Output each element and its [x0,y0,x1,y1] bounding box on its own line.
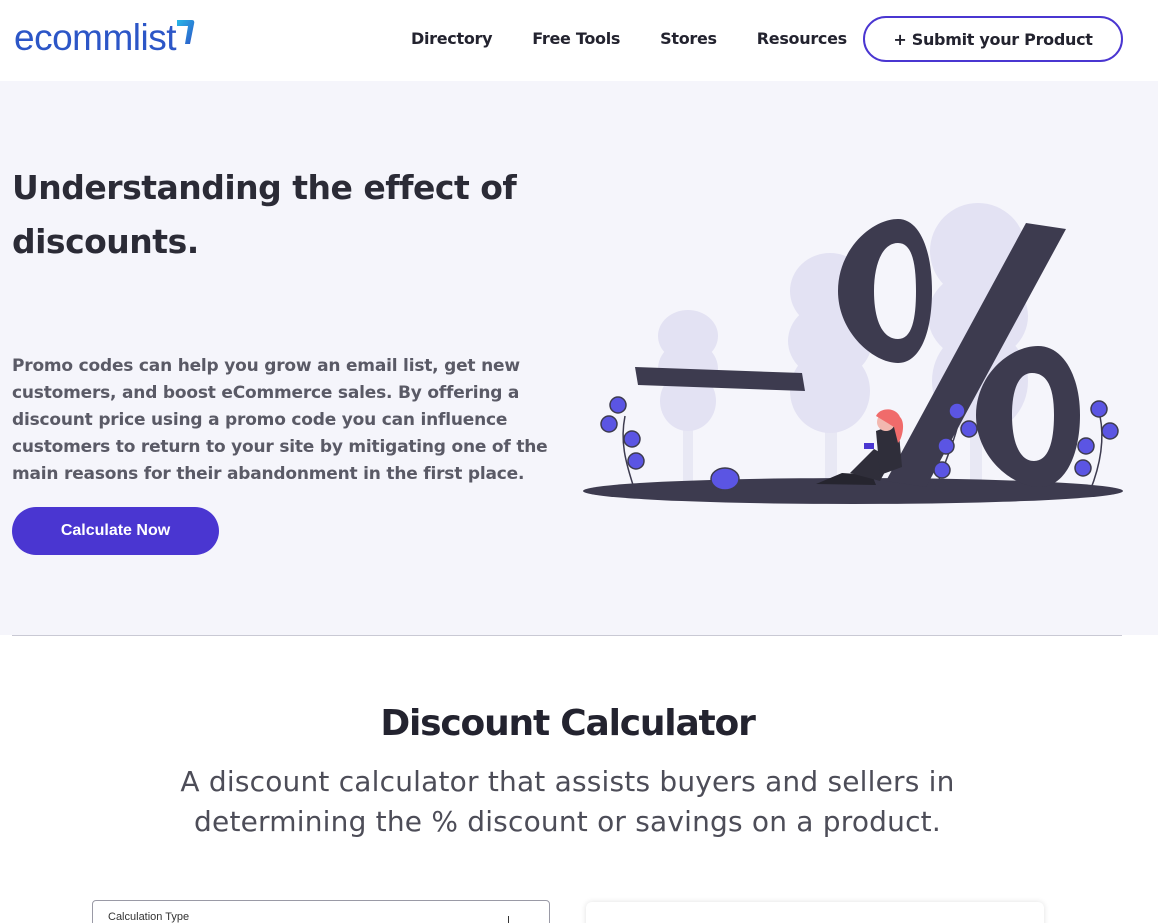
main-nav: Directory Free Tools Stores Resources [411,28,887,50]
discount-percent-illustration-icon [583,203,1123,504]
select-divider [508,916,509,923]
logo-text: ecommlist [14,17,177,58]
logo-mark-icon [177,20,195,44]
hero-section: Understanding the effect of discounts. P… [0,81,1158,635]
hero-description: Promo codes can help you grow an email l… [12,356,548,484]
hero-title: Understanding the effect of discounts. [12,168,517,261]
submit-product-button[interactable]: + Submit your Product [863,16,1123,62]
calculation-type-select[interactable]: Calculation Type [92,900,550,923]
result-card [586,902,1044,923]
calculator-title: Discount Calculator [380,703,755,744]
calculate-now-button[interactable]: Calculate Now [12,507,219,555]
nav-stores[interactable]: Stores [660,28,717,50]
ecommlist-logo[interactable]: ecommlist [14,16,196,60]
section-divider [12,635,1122,636]
nav-resources[interactable]: Resources [757,28,847,50]
calculation-type-label: Calculation Type [108,911,190,923]
nav-free-tools[interactable]: Free Tools [532,28,620,50]
calculator-subtitle: A discount calculator that assists buyer… [180,765,955,838]
site-header: ecommlist Directory Free Tools Stores Re… [0,0,1158,81]
nav-directory[interactable]: Directory [411,28,493,50]
